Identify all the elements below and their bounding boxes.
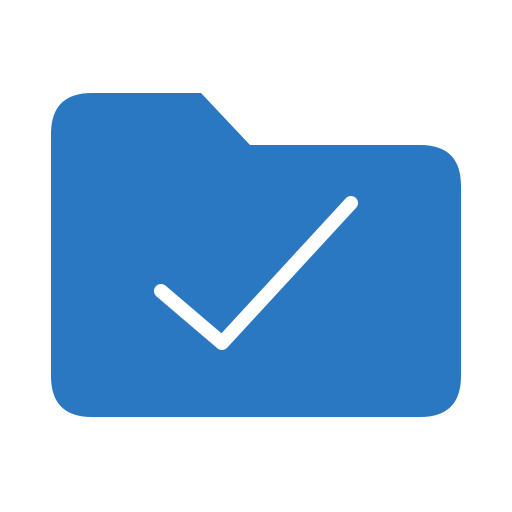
folder-shape bbox=[51, 93, 461, 417]
icon-canvas bbox=[0, 0, 512, 512]
folder-check-icon bbox=[51, 93, 461, 417]
